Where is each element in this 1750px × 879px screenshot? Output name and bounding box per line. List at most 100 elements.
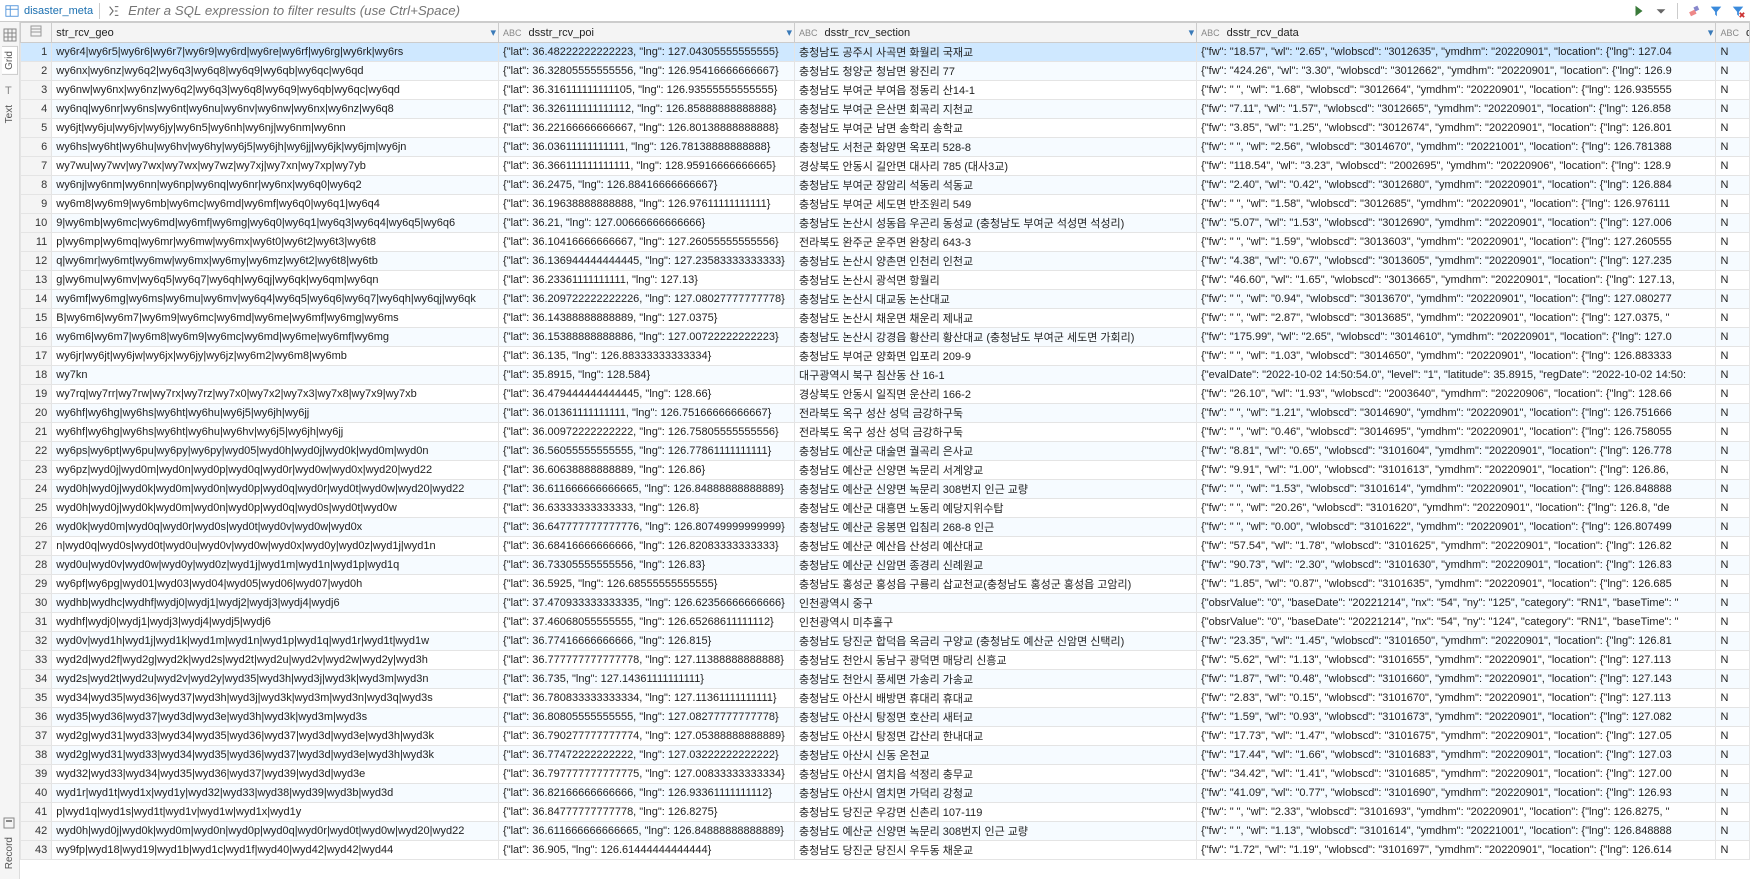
cell-section[interactable]: 경상북도 안동시 일직면 운산리 166-2 bbox=[795, 385, 1197, 404]
table-row[interactable]: 32wyd0v|wyd1h|wyd1j|wyd1k|wyd1m|wyd1n|wy… bbox=[21, 632, 1750, 651]
cell-data[interactable]: {"fw": "46.60", "wl": "1.65", "wlobscd":… bbox=[1197, 271, 1716, 290]
cell-section[interactable]: 충청남도 예산군 응봉면 입침리 268-8 인근 bbox=[795, 518, 1197, 537]
cell-last[interactable]: N bbox=[1716, 841, 1750, 860]
cell-section[interactable]: 경상북도 안동시 길안면 대사리 785 (대사3교) bbox=[795, 157, 1197, 176]
cell-last[interactable]: N bbox=[1716, 689, 1750, 708]
cell-poi[interactable]: {"lat": 36.135, "lng": 126.8833333333333… bbox=[499, 347, 795, 366]
cell-section[interactable]: 대구광역시 북구 침산동 산 16-1 bbox=[795, 366, 1197, 385]
col-menu-icon[interactable]: ▾ bbox=[786, 26, 792, 39]
table-row[interactable]: 30wydhb|wydhc|wydhf|wydj0|wydj1|wydj2|wy… bbox=[21, 594, 1750, 613]
cell-section[interactable]: 충청남도 청양군 청남면 왕진리 77 bbox=[795, 62, 1197, 81]
cell-data[interactable]: {"fw": "1.59", "wl": "0.93", "wlobscd": … bbox=[1197, 708, 1716, 727]
cell-geo[interactable]: wyd1r|wyd1t|wyd1x|wyd1y|wyd32|wyd33|wyd3… bbox=[52, 784, 499, 803]
cell-geo[interactable]: wy6m8|wy6m9|wy6mb|wy6mc|wy6md|wy6mf|wy6q… bbox=[52, 195, 499, 214]
cell-geo[interactable]: p|wyd1q|wyd1s|wyd1t|wyd1v|wyd1w|wyd1x|wy… bbox=[52, 803, 499, 822]
table-row[interactable]: 26wyd0k|wyd0m|wyd0q|wyd0r|wyd0s|wyd0t|wy… bbox=[21, 518, 1750, 537]
rownum-cell[interactable]: 19 bbox=[21, 385, 52, 404]
cell-section[interactable]: 충청남도 서천군 화양면 옥포리 528-8 bbox=[795, 138, 1197, 157]
cell-poi[interactable]: {"lat": 36.63333333333333, "lng": 126.8} bbox=[499, 499, 795, 518]
cell-section[interactable]: 충청남도 당진군 우강면 신촌리 107-119 bbox=[795, 803, 1197, 822]
cell-data[interactable]: {"fw": "17.44", "wl": "1.66", "wlobscd":… bbox=[1197, 746, 1716, 765]
rownum-cell[interactable]: 26 bbox=[21, 518, 52, 537]
rownum-cell[interactable]: 3 bbox=[21, 81, 52, 100]
rownum-cell[interactable]: 2 bbox=[21, 62, 52, 81]
cell-geo[interactable]: wy6jr|wy6jt|wy6jw|wy6jx|wy6jy|wy6jz|wy6m… bbox=[52, 347, 499, 366]
rownum-cell[interactable]: 32 bbox=[21, 632, 52, 651]
cell-last[interactable]: N bbox=[1716, 366, 1750, 385]
rownum-cell[interactable]: 12 bbox=[21, 252, 52, 271]
cell-geo[interactable]: wy6pz|wyd0j|wyd0m|wyd0n|wyd0p|wyd0q|wyd0… bbox=[52, 461, 499, 480]
cell-geo[interactable]: wy6mf|wy6mg|wy6ms|wy6mu|wy6mv|wy6q4|wy6q… bbox=[52, 290, 499, 309]
cell-data[interactable]: {"fw": "26.10", "wl": "1.93", "wlobscd":… bbox=[1197, 385, 1716, 404]
rownum-cell[interactable]: 34 bbox=[21, 670, 52, 689]
cell-section[interactable]: 충청남도 논산시 광석면 항월리 bbox=[795, 271, 1197, 290]
rownum-cell[interactable]: 25 bbox=[21, 499, 52, 518]
cell-data[interactable]: {"fw": "90.73", "wl": "2.30", "wlobscd":… bbox=[1197, 556, 1716, 575]
cell-geo[interactable]: wy6ps|wy6pt|wy6pu|wy6py|wy6py|wyd05|wyd0… bbox=[52, 442, 499, 461]
table-row[interactable]: 12q|wy6mr|wy6mt|wy6mw|wy6mx|wy6my|wy6mz|… bbox=[21, 252, 1750, 271]
cell-data[interactable]: {"fw": "41.09", "wl": "0.77", "wlobscd":… bbox=[1197, 784, 1716, 803]
cell-geo[interactable]: wy6hf|wy6hg|wy6hs|wy6ht|wy6hu|wy6j5|wy6j… bbox=[52, 404, 499, 423]
cell-geo[interactable]: wyd0k|wyd0m|wyd0q|wyd0r|wyd0s|wyd0t|wyd0… bbox=[52, 518, 499, 537]
cell-last[interactable]: N bbox=[1716, 651, 1750, 670]
rownum-cell[interactable]: 33 bbox=[21, 651, 52, 670]
cell-geo[interactable]: n|wyd0q|wyd0s|wyd0t|wyd0u|wyd0v|wyd0w|wy… bbox=[52, 537, 499, 556]
table-row[interactable]: 21wy6hf|wy6hg|wy6hs|wy6ht|wy6hu|wy6hv|wy… bbox=[21, 423, 1750, 442]
cell-section[interactable]: 충청남도 아산시 신동 온천교 bbox=[795, 746, 1197, 765]
cell-section[interactable]: 충청남도 논산시 성동읍 우곤리 동성교 (충청남도 부여군 석성면 석성리) bbox=[795, 214, 1197, 233]
cell-data[interactable]: {"fw": "34.42", "wl": "1.41", "wlobscd":… bbox=[1197, 765, 1716, 784]
rownum-cell[interactable]: 24 bbox=[21, 480, 52, 499]
rownum-cell[interactable]: 36 bbox=[21, 708, 52, 727]
cell-poi[interactable]: {"lat": 36.15388888888886, "lng": 127.00… bbox=[499, 328, 795, 347]
cell-geo[interactable]: wy9fp|wyd18|wyd19|wyd1b|wyd1c|wyd1f|wyd4… bbox=[52, 841, 499, 860]
cell-last[interactable]: N bbox=[1716, 480, 1750, 499]
rownum-cell[interactable]: 5 bbox=[21, 119, 52, 138]
cell-poi[interactable]: {"lat": 36.00972222222222, "lng": 126.75… bbox=[499, 423, 795, 442]
cell-poi[interactable]: {"lat": 36.366111111111111, "lng": 128.9… bbox=[499, 157, 795, 176]
rownum-header[interactable] bbox=[21, 23, 52, 43]
cell-last[interactable]: N bbox=[1716, 195, 1750, 214]
cell-geo[interactable]: wy6hs|wy6ht|wy6hu|wy6hv|wy6hy|wy6j5|wy6j… bbox=[52, 138, 499, 157]
col-header-section[interactable]: ABCdsstr_rcv_section▾ bbox=[795, 23, 1197, 43]
filter-apply-icon[interactable] bbox=[1708, 3, 1724, 19]
col-menu-icon[interactable]: ▾ bbox=[1708, 26, 1714, 39]
cell-geo[interactable]: wyd32|wyd33|wyd34|wyd35|wyd36|wyd37|wyd3… bbox=[52, 765, 499, 784]
cell-data[interactable]: {"fw": "1.87", "wl": "0.48", "wlobscd": … bbox=[1197, 670, 1716, 689]
cell-last[interactable]: N bbox=[1716, 594, 1750, 613]
cell-section[interactable]: 충청남도 아산시 탕정면 호산리 새터교 bbox=[795, 708, 1197, 727]
cell-data[interactable]: {"fw": "1.85", "wl": "0.87", "wlobscd": … bbox=[1197, 575, 1716, 594]
rownum-cell[interactable]: 17 bbox=[21, 347, 52, 366]
cell-poi[interactable]: {"lat": 36.479444444444445, "lng": 128.6… bbox=[499, 385, 795, 404]
cell-section[interactable]: 충청남도 예산군 신양면 녹문리 308번지 인근 교량 bbox=[795, 822, 1197, 841]
cell-data[interactable]: {"fw": " ", "wl": "0.00", "wlobscd": "31… bbox=[1197, 518, 1716, 537]
cell-poi[interactable]: {"lat": 36.735, "lng": 127.1436111111111… bbox=[499, 670, 795, 689]
cell-section[interactable]: 충청남도 아산시 배방면 휴대리 휴대교 bbox=[795, 689, 1197, 708]
table-row[interactable]: 38wyd2g|wyd31|wyd33|wyd34|wyd35|wyd36|wy… bbox=[21, 746, 1750, 765]
rownum-cell[interactable]: 43 bbox=[21, 841, 52, 860]
cell-data[interactable]: {"fw": " ", "wl": "1.21", "wlobscd": "30… bbox=[1197, 404, 1716, 423]
cell-last[interactable]: N bbox=[1716, 746, 1750, 765]
cell-geo[interactable]: wy6nj|wy6nm|wy6nn|wy6np|wy6nq|wy6nr|wy6n… bbox=[52, 176, 499, 195]
cell-data[interactable]: {"fw": "7.11", "wl": "1.57", "wlobscd": … bbox=[1197, 100, 1716, 119]
cell-poi[interactable]: {"lat": 36.136944444444445, "lng": 127.2… bbox=[499, 252, 795, 271]
cell-last[interactable]: N bbox=[1716, 309, 1750, 328]
rownum-cell[interactable]: 16 bbox=[21, 328, 52, 347]
table-row[interactable]: 6wy6hs|wy6ht|wy6hu|wy6hv|wy6hy|wy6j5|wy6… bbox=[21, 138, 1750, 157]
cell-section[interactable]: 인천광역시 미추홀구 bbox=[795, 613, 1197, 632]
cell-last[interactable]: N bbox=[1716, 385, 1750, 404]
cell-section[interactable]: 충청남도 아산시 염치면 가덕리 강청교 bbox=[795, 784, 1197, 803]
cell-section[interactable]: 충청남도 부여군 은산면 회곡리 지천교 bbox=[795, 100, 1197, 119]
cell-section[interactable]: 충청남도 아산시 탕정면 갑산리 한내대교 bbox=[795, 727, 1197, 746]
cell-last[interactable]: N bbox=[1716, 784, 1750, 803]
table-row[interactable]: 20wy6hf|wy6hg|wy6hs|wy6ht|wy6hu|wy6j5|wy… bbox=[21, 404, 1750, 423]
table-row[interactable]: 16wy6m6|wy6m7|wy6m8|wy6m9|wy6mc|wy6md|wy… bbox=[21, 328, 1750, 347]
table-row[interactable]: 43wy9fp|wyd18|wyd19|wyd1b|wyd1c|wyd1f|wy… bbox=[21, 841, 1750, 860]
cell-data[interactable]: {"fw": " ", "wl": "0.94", "wlobscd": "30… bbox=[1197, 290, 1716, 309]
cell-data[interactable]: {"fw": "5.07", "wl": "1.53", "wlobscd": … bbox=[1197, 214, 1716, 233]
cell-section[interactable]: 충청남도 천안시 동남구 광덕면 매당리 신흥교 bbox=[795, 651, 1197, 670]
rownum-cell[interactable]: 8 bbox=[21, 176, 52, 195]
cell-geo[interactable]: wyd0u|wyd0v|wyd0w|wyd0y|wyd0z|wyd1j|wyd1… bbox=[52, 556, 499, 575]
table-row[interactable]: 19wy7rq|wy7rr|wy7rw|wy7rx|wy7rz|wy7x0|wy… bbox=[21, 385, 1750, 404]
cell-last[interactable]: N bbox=[1716, 43, 1750, 62]
cell-data[interactable]: {"fw": "4.38", "wl": "0.67", "wlobscd": … bbox=[1197, 252, 1716, 271]
